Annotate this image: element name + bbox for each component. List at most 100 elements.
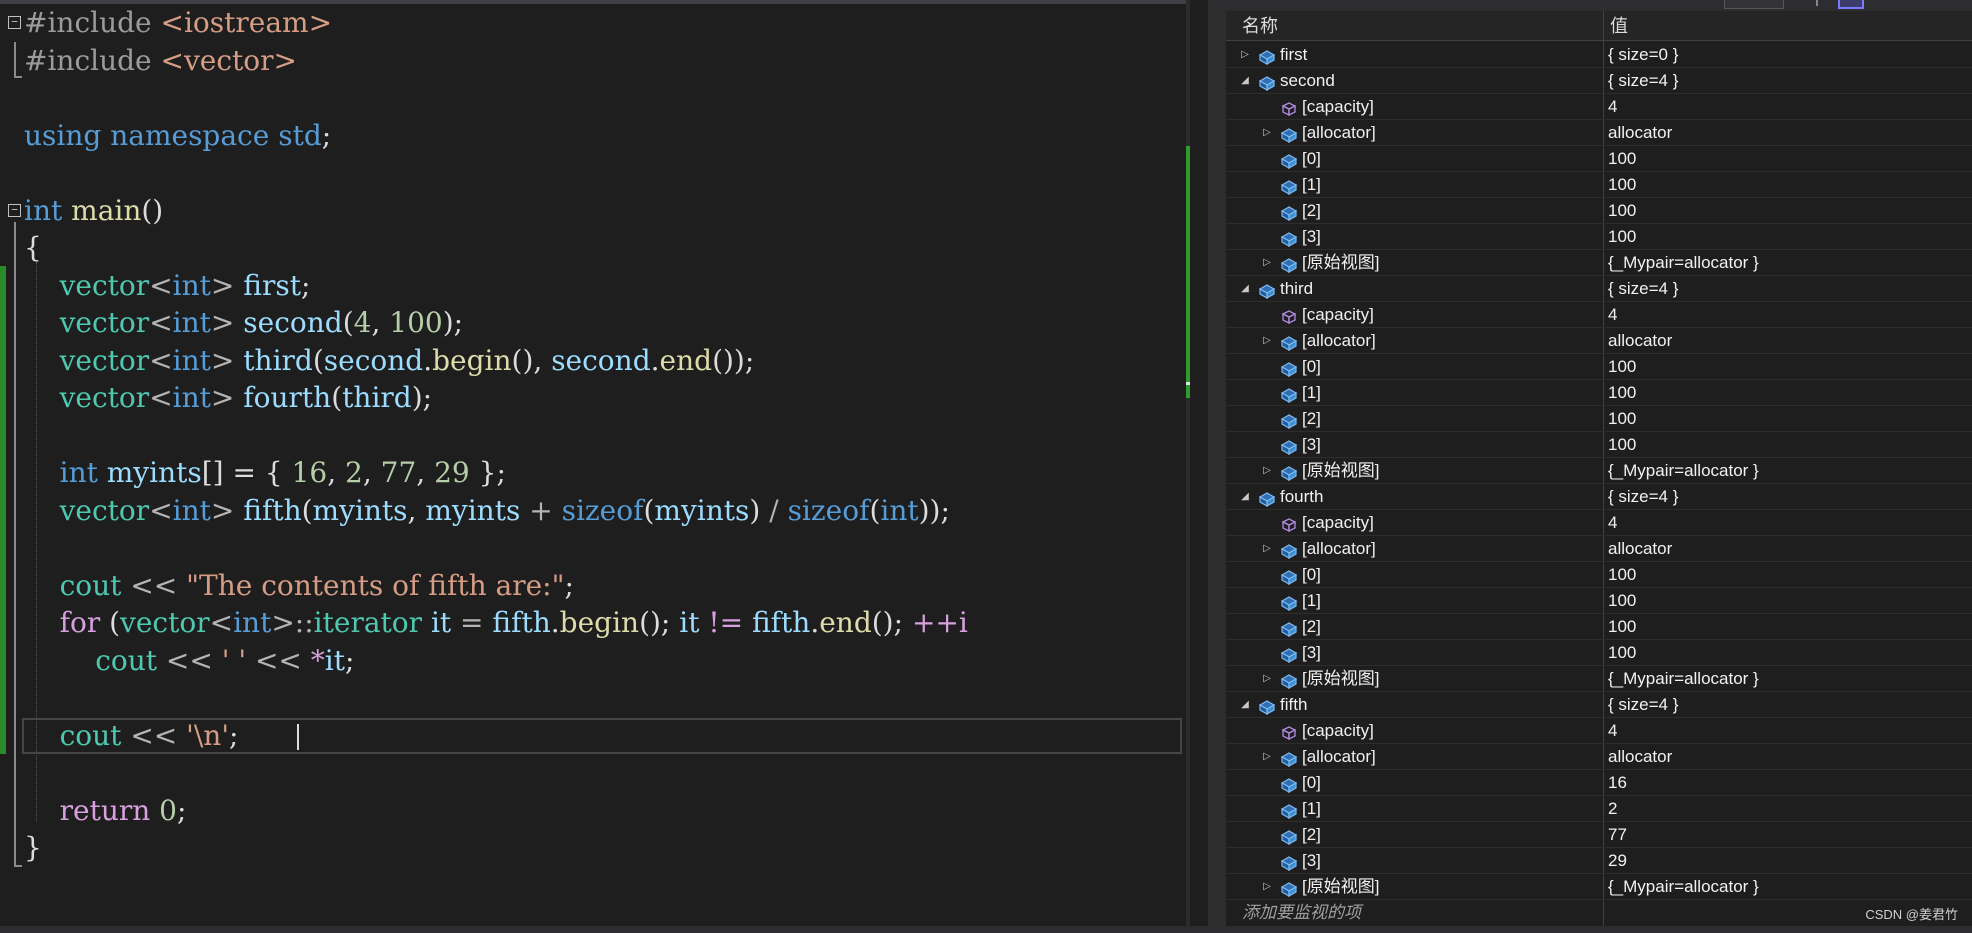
watch-row[interactable]: ◢ second { size=4 } — [1226, 68, 1972, 94]
watch-row[interactable]: [2] 100 — [1226, 614, 1972, 640]
watch-name[interactable]: [2] — [1302, 198, 1321, 224]
watch-row[interactable]: ▷ [allocator] allocator — [1226, 328, 1972, 354]
watch-row[interactable]: [3] 100 — [1226, 224, 1972, 250]
panel-splitter[interactable] — [1208, 0, 1226, 933]
watch-value[interactable]: { size=4 } — [1608, 484, 1678, 510]
watch-value[interactable]: 100 — [1608, 640, 1636, 666]
watch-name[interactable]: [allocator] — [1302, 744, 1376, 770]
watch-name[interactable]: [1] — [1302, 172, 1321, 198]
watch-value[interactable]: 100 — [1608, 588, 1636, 614]
watch-name[interactable]: [1] — [1302, 796, 1321, 822]
code-line[interactable]: int myints[] = { 16, 2, 77, 29 }; — [0, 454, 1180, 492]
watch-name[interactable]: [1] — [1302, 588, 1321, 614]
code-line[interactable] — [0, 529, 1180, 567]
watch-row[interactable]: [capacity] 4 — [1226, 718, 1972, 744]
watch-row[interactable]: [0] 100 — [1226, 562, 1972, 588]
watch-row[interactable]: [capacity] 4 — [1226, 510, 1972, 536]
watch-row[interactable]: [1] 100 — [1226, 172, 1972, 198]
watch-row[interactable]: ◢ fifth { size=4 } — [1226, 692, 1972, 718]
watch-value[interactable]: { size=4 } — [1608, 68, 1678, 94]
watch-name[interactable]: [0] — [1302, 354, 1321, 380]
expand-arrow-icon[interactable]: ▷ — [1260, 744, 1274, 770]
watch-row[interactable]: ▷ [allocator] allocator — [1226, 744, 1972, 770]
watch-value[interactable]: 29 — [1608, 848, 1627, 874]
watch-name[interactable]: [3] — [1302, 224, 1321, 250]
watch-name[interactable]: fifth — [1280, 692, 1307, 718]
code-line[interactable]: vector<int> third(second.begin(), second… — [0, 342, 1180, 380]
add-watch-row[interactable]: 添加要监视的项 — [1226, 900, 1972, 926]
watch-row[interactable]: ▷ [原始视图] {_Mypair=allocator } — [1226, 458, 1972, 484]
watch-value[interactable]: allocator — [1608, 328, 1672, 354]
code-line[interactable]: vector<int> fourth(third); — [0, 379, 1180, 417]
watch-window[interactable]: 名称 值 ▷ first{ size=0 } ◢ second{ size=4 } [c… — [1226, 0, 1972, 933]
watch-row[interactable]: [1] 2 — [1226, 796, 1972, 822]
expand-arrow-icon[interactable]: ▷ — [1260, 666, 1274, 692]
watch-name[interactable]: [capacity] — [1302, 510, 1374, 536]
code-line[interactable] — [0, 154, 1180, 192]
watch-value[interactable]: 100 — [1608, 406, 1636, 432]
watch-name[interactable]: third — [1280, 276, 1313, 302]
watch-value[interactable]: 100 — [1608, 614, 1636, 640]
code-line[interactable]: − int main() — [0, 192, 1180, 230]
code-line[interactable]: using namespace std; — [0, 117, 1180, 155]
watch-name[interactable]: [原始视图] — [1302, 666, 1379, 692]
watch-row[interactable]: [0] 100 — [1226, 146, 1972, 172]
expand-arrow-icon[interactable]: ▷ — [1260, 328, 1274, 354]
code-line[interactable]: vector<int> second(4, 100); — [0, 304, 1180, 342]
collapse-arrow-icon[interactable]: ◢ — [1238, 276, 1252, 302]
column-header-value[interactable]: 值 — [1610, 11, 1628, 41]
watch-name[interactable]: [capacity] — [1302, 718, 1374, 744]
watch-value[interactable]: 4 — [1608, 510, 1617, 536]
watch-name[interactable]: [allocator] — [1302, 536, 1376, 562]
expand-arrow-icon[interactable]: ▷ — [1260, 250, 1274, 276]
fold-toggle-icon[interactable]: − — [8, 203, 21, 217]
watch-value[interactable]: 100 — [1608, 562, 1636, 588]
watch-value[interactable]: 100 — [1608, 172, 1636, 198]
collapse-arrow-icon[interactable]: ◢ — [1238, 484, 1252, 510]
watch-row[interactable]: [3] 100 — [1226, 640, 1972, 666]
code-line[interactable]: } — [0, 829, 1180, 867]
scroll-up-icon[interactable]: ▲ — [1189, 6, 1190, 22]
code-editor[interactable]: − #include <iostream> #include <vector> usi… — [0, 0, 1190, 933]
expand-arrow-icon[interactable]: ▷ — [1238, 42, 1252, 68]
watch-name[interactable]: [0] — [1302, 146, 1321, 172]
watch-row[interactable]: [2] 100 — [1226, 406, 1972, 432]
watch-name[interactable]: [1] — [1302, 380, 1321, 406]
watch-row[interactable]: ▷ [原始视图] {_Mypair=allocator } — [1226, 250, 1972, 276]
code-line[interactable]: − #include <iostream> — [0, 4, 1180, 42]
watch-value[interactable]: {_Mypair=allocator } — [1608, 250, 1759, 276]
watch-row[interactable]: ▷ first { size=0 } — [1226, 42, 1972, 68]
code-line[interactable]: vector<int> fifth(myints, myints + sizeo… — [0, 492, 1180, 530]
watch-row[interactable]: [1] 100 — [1226, 588, 1972, 614]
watch-name[interactable]: [3] — [1302, 432, 1321, 458]
collapse-arrow-icon[interactable]: ◢ — [1238, 692, 1252, 718]
expand-arrow-icon[interactable]: ▷ — [1260, 458, 1274, 484]
watch-row[interactable]: [3] 100 — [1226, 432, 1972, 458]
watch-name[interactable]: [0] — [1302, 562, 1321, 588]
code-line[interactable]: return 0; — [0, 792, 1180, 830]
watch-name[interactable]: [2] — [1302, 614, 1321, 640]
code-line[interactable]: cout << '\n'; — [0, 717, 1180, 755]
watch-name[interactable]: [0] — [1302, 770, 1321, 796]
watch-value[interactable]: 100 — [1608, 432, 1636, 458]
watch-name[interactable]: [原始视图] — [1302, 250, 1379, 276]
watch-row[interactable]: [1] 100 — [1226, 380, 1972, 406]
scroll-down-icon[interactable]: ▼ — [1189, 906, 1190, 922]
watch-value[interactable]: { size=0 } — [1608, 42, 1678, 68]
watch-row[interactable]: [capacity] 4 — [1226, 94, 1972, 120]
watch-value[interactable]: allocator — [1608, 536, 1672, 562]
watch-name[interactable]: [capacity] — [1302, 302, 1374, 328]
watch-row[interactable]: [3] 29 — [1226, 848, 1972, 874]
watch-row[interactable]: [0] 16 — [1226, 770, 1972, 796]
code-line[interactable]: #include <vector> — [0, 42, 1180, 80]
watch-value[interactable]: 2 — [1608, 796, 1617, 822]
watch-value[interactable]: 77 — [1608, 822, 1627, 848]
watch-value[interactable]: allocator — [1608, 120, 1672, 146]
fold-toggle-icon[interactable]: − — [8, 16, 21, 29]
watch-name[interactable]: [3] — [1302, 848, 1321, 874]
watch-name[interactable]: first — [1280, 42, 1307, 68]
watch-name[interactable]: second — [1280, 68, 1335, 94]
watch-row[interactable]: ◢ third { size=4 } — [1226, 276, 1972, 302]
expand-arrow-icon[interactable]: ▷ — [1260, 874, 1274, 900]
watch-value[interactable]: {_Mypair=allocator } — [1608, 458, 1759, 484]
